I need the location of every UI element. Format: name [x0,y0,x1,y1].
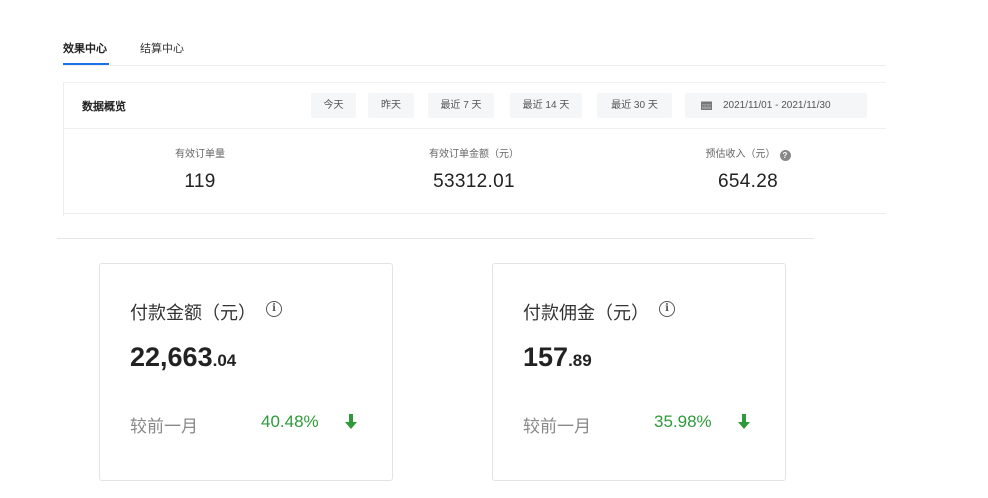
tab-bar-divider [63,65,886,66]
range-yesterday-button[interactable]: 昨天 [368,93,414,118]
tab-settlement-center[interactable]: 结算中心 [140,40,184,56]
tab-bar: 效果中心 结算中心 [63,38,886,66]
card-amount: 157.89 [523,342,592,373]
range-today-button[interactable]: 今天 [311,93,356,118]
date-range-text: 2021/11/01 - 2021/11/30 [723,100,831,111]
range-14-days-button[interactable]: 最近 14 天 [510,93,582,118]
calendar-icon [701,101,712,110]
arrow-down-icon [738,414,750,429]
metric-label: 有效订单金额（元） [429,149,519,160]
amount-integer: 22,663 [130,342,213,372]
metric-label: 预估收入（元） [705,149,776,160]
metric-value: 53312.01 [433,171,515,192]
payment-commission-card: 付款佣金（元） i 157.89 较前一月 35.98% [492,263,786,481]
card-title: 付款佣金（元） [523,303,649,323]
panel-title: 数据概览 [82,101,126,113]
amount-decimal: .04 [212,351,237,370]
range-30-days-button[interactable]: 最近 30 天 [597,93,672,118]
payment-amount-card: 付款金额（元） i 22,663.04 较前一月 40.48% [99,263,393,481]
tab-effect-center[interactable]: 效果中心 [63,40,107,56]
amount-integer: 157 [523,342,569,372]
metric-value: 119 [184,171,216,192]
section-divider [57,238,814,239]
metric-label: 有效订单量 [175,149,225,160]
change-percent: 35.98% [654,412,712,431]
change-percent: 40.48% [261,412,319,431]
range-7-days-button[interactable]: 最近 7 天 [428,93,494,118]
metric-valid-orders: 有效订单量 119 [100,148,300,193]
panel-left-border [63,82,64,216]
date-range-picker[interactable]: 2021/11/01 - 2021/11/30 [685,93,867,118]
compare-label: 较前一月 [130,417,198,436]
question-icon[interactable]: ? [779,150,791,161]
card-amount: 22,663.04 [130,342,236,373]
active-tab-indicator [63,63,109,65]
amount-decimal: .89 [568,351,592,370]
panel-bottom-border [63,213,886,214]
card-title: 付款金额（元） [130,303,256,323]
metric-value: 654.28 [718,171,778,192]
panel-top-border [63,82,886,83]
metric-valid-order-amount: 有效订单金额（元） 53312.01 [374,148,574,193]
metric-estimated-income: 预估收入（元）? 654.28 [648,148,848,193]
info-icon[interactable]: i [659,301,675,317]
panel-header-divider [63,128,886,129]
info-icon[interactable]: i [266,301,282,317]
arrow-down-icon [345,414,357,429]
compare-label: 较前一月 [523,417,591,436]
